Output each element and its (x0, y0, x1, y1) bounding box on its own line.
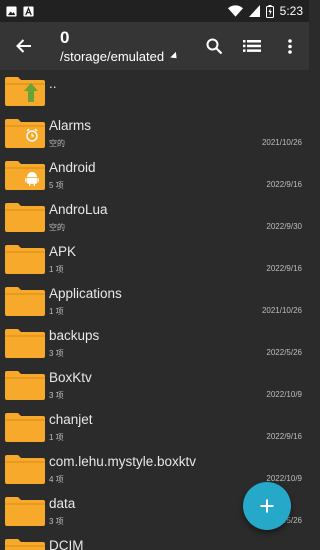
page-title: 0 (60, 27, 70, 47)
folder-name: com.lehu.mystyle.boxktv (49, 454, 197, 469)
modified-date: 2022/9/16 (266, 432, 302, 441)
folder-row[interactable]: Applications 1 项 2021/10/26 (0, 280, 309, 322)
list-view-button[interactable] (233, 22, 271, 70)
item-count: 3 项 (49, 391, 64, 400)
folder-name: BoxKtv (49, 370, 92, 385)
folder-name: APK (49, 244, 77, 259)
folder-name: Applications (49, 286, 122, 301)
folder-row[interactable]: APK 1 项 2022/9/16 (0, 238, 309, 280)
item-count: 空的 (49, 139, 65, 148)
folder-name: backups (49, 328, 100, 343)
item-count: 4 项 (49, 475, 64, 484)
folder-row[interactable]: DCIM (0, 532, 309, 550)
folder-row[interactable]: backups 3 项 2022/5/26 (0, 322, 309, 364)
item-count: 空的 (49, 223, 65, 232)
path-dropdown[interactable]: /storage/emulated (60, 48, 195, 65)
folder-name: DCIM (49, 538, 84, 550)
folder-icon (5, 496, 45, 526)
folder-name: Alarms (49, 118, 92, 133)
folder-up-icon (5, 76, 45, 106)
list-view-icon (243, 40, 261, 52)
folder-row[interactable]: Alarms 空的 2021/10/26 (0, 112, 309, 154)
battery-charging-icon (265, 4, 274, 18)
folder-icon (5, 328, 45, 358)
folder-icon (5, 286, 45, 316)
more-options-button[interactable] (271, 22, 309, 70)
folder-name: AndroLua (49, 202, 108, 217)
folder-name: data (49, 496, 76, 511)
file-list: .. Alarms 空的 2021/10/26 Android 5 项 2022/9/16… (0, 70, 309, 550)
search-button[interactable] (195, 22, 233, 70)
folder-row[interactable]: BoxKtv 3 项 2022/10/9 (0, 364, 309, 406)
item-count: 3 项 (49, 517, 64, 526)
parent-label: .. (49, 76, 57, 91)
item-count: 1 项 (49, 433, 64, 442)
status-time: 5:23 (279, 4, 303, 18)
modified-date: 2022/9/30 (266, 222, 302, 231)
signal-icon (248, 5, 260, 17)
more-options-icon (288, 38, 292, 54)
item-count: 1 项 (49, 307, 64, 316)
dropdown-triangle-icon (170, 51, 180, 61)
folder-row[interactable]: chanjet 1 项 2022/9/16 (0, 406, 309, 448)
arrow-back-icon (16, 39, 31, 53)
app-bar: 0 /storage/emulated (0, 22, 309, 70)
folder-icon (5, 538, 45, 550)
modified-date: 2021/10/26 (261, 306, 302, 315)
add-button[interactable] (243, 482, 291, 530)
back-button[interactable] (0, 22, 48, 70)
folder-name: Android (49, 160, 96, 175)
item-count: 3 项 (49, 349, 64, 358)
folder-row[interactable]: AndroLua 空的 2022/9/30 (0, 196, 309, 238)
plus-icon (260, 499, 274, 513)
folder-icon (5, 244, 45, 274)
item-count: 5 项 (49, 181, 64, 190)
folder-icon (5, 412, 45, 442)
status-bar: 5:23 (0, 0, 309, 22)
a-icon (23, 5, 34, 17)
folder-icon (5, 454, 45, 484)
parent-directory-row[interactable]: .. (0, 70, 309, 112)
folder-icon (5, 118, 45, 148)
folder-icon (5, 370, 45, 400)
folder-name: chanjet (49, 412, 93, 427)
wifi-icon (227, 5, 243, 17)
image-icon (6, 5, 17, 17)
search-icon (206, 38, 222, 54)
modified-date: 2022/9/16 (266, 264, 302, 273)
modified-date: 2021/10/26 (261, 138, 302, 147)
modified-date: 2022/5/26 (266, 348, 302, 357)
path-label: /storage/emulated (60, 48, 165, 64)
modified-date: 2022/9/16 (266, 180, 302, 189)
folder-row[interactable]: Android 5 项 2022/9/16 (0, 154, 309, 196)
folder-icon (5, 160, 45, 190)
item-count: 1 项 (49, 265, 64, 274)
modified-date: 2022/10/9 (266, 390, 302, 399)
folder-icon (5, 202, 45, 232)
